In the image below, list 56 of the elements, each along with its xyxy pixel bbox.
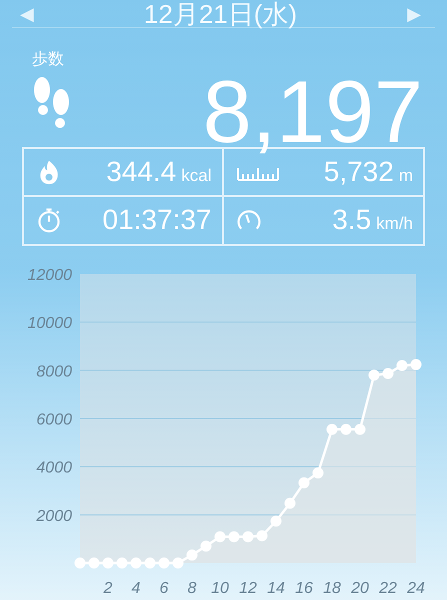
x-axis-label: 22 <box>379 580 397 597</box>
data-point <box>186 550 198 561</box>
data-point <box>130 558 142 568</box>
previous-day-button[interactable]: ◀ <box>20 4 34 22</box>
data-point <box>116 558 128 568</box>
data-point <box>382 368 394 379</box>
data-point <box>396 360 408 372</box>
data-point <box>270 516 282 527</box>
step-count: 8,197 <box>202 68 423 156</box>
data-point <box>312 467 324 478</box>
y-axis-label: 6000 <box>36 412 72 428</box>
data-point <box>214 531 226 542</box>
data-point <box>200 540 212 552</box>
data-point <box>228 531 240 542</box>
x-axis-label: 16 <box>295 580 313 597</box>
x-axis-label: 14 <box>267 580 285 597</box>
data-point <box>340 424 352 435</box>
data-point <box>102 558 114 568</box>
stat-value: 3.5 <box>332 204 372 236</box>
x-axis-label: 12 <box>239 580 257 597</box>
data-point <box>326 424 338 435</box>
x-axis-label: 2 <box>104 580 112 597</box>
data-point <box>368 370 380 381</box>
y-axis-label: 12000 <box>28 267 72 284</box>
data-point <box>354 424 366 435</box>
stat-unit: m <box>398 166 413 186</box>
steps-label: 歩数 <box>32 52 64 68</box>
stat-value: 5,732 <box>324 156 394 188</box>
stopwatch-icon <box>36 207 62 234</box>
x-axis-label: 10 <box>211 580 229 597</box>
data-point <box>172 558 184 568</box>
data-point <box>242 531 254 542</box>
stat-unit: km/h <box>376 214 413 234</box>
stat-value: 344.4 <box>106 156 176 188</box>
next-day-button[interactable]: ▶ <box>407 4 421 22</box>
data-point <box>144 558 156 568</box>
x-axis-label: 18 <box>323 580 341 597</box>
x-axis-label: 8 <box>188 580 196 597</box>
x-axis-label: 6 <box>160 580 168 597</box>
y-axis-label: 10000 <box>28 315 72 332</box>
x-axis-label: 24 <box>407 580 425 597</box>
data-point <box>256 530 268 542</box>
data-point <box>284 498 296 509</box>
y-axis-label: 4000 <box>36 460 72 477</box>
data-point <box>88 558 100 568</box>
x-axis-label: 4 <box>132 580 140 597</box>
data-point <box>158 558 170 568</box>
y-axis-label: 8000 <box>36 363 72 380</box>
stat-unit: kcal <box>181 166 212 186</box>
x-axis-label: 20 <box>351 580 369 597</box>
y-axis-label: 2000 <box>36 508 72 525</box>
data-point <box>410 359 422 370</box>
data-point <box>74 558 86 568</box>
data-point <box>298 477 310 488</box>
date-title: 12月21日(水) <box>144 0 298 26</box>
stat-value: 01:37:37 <box>102 204 212 236</box>
